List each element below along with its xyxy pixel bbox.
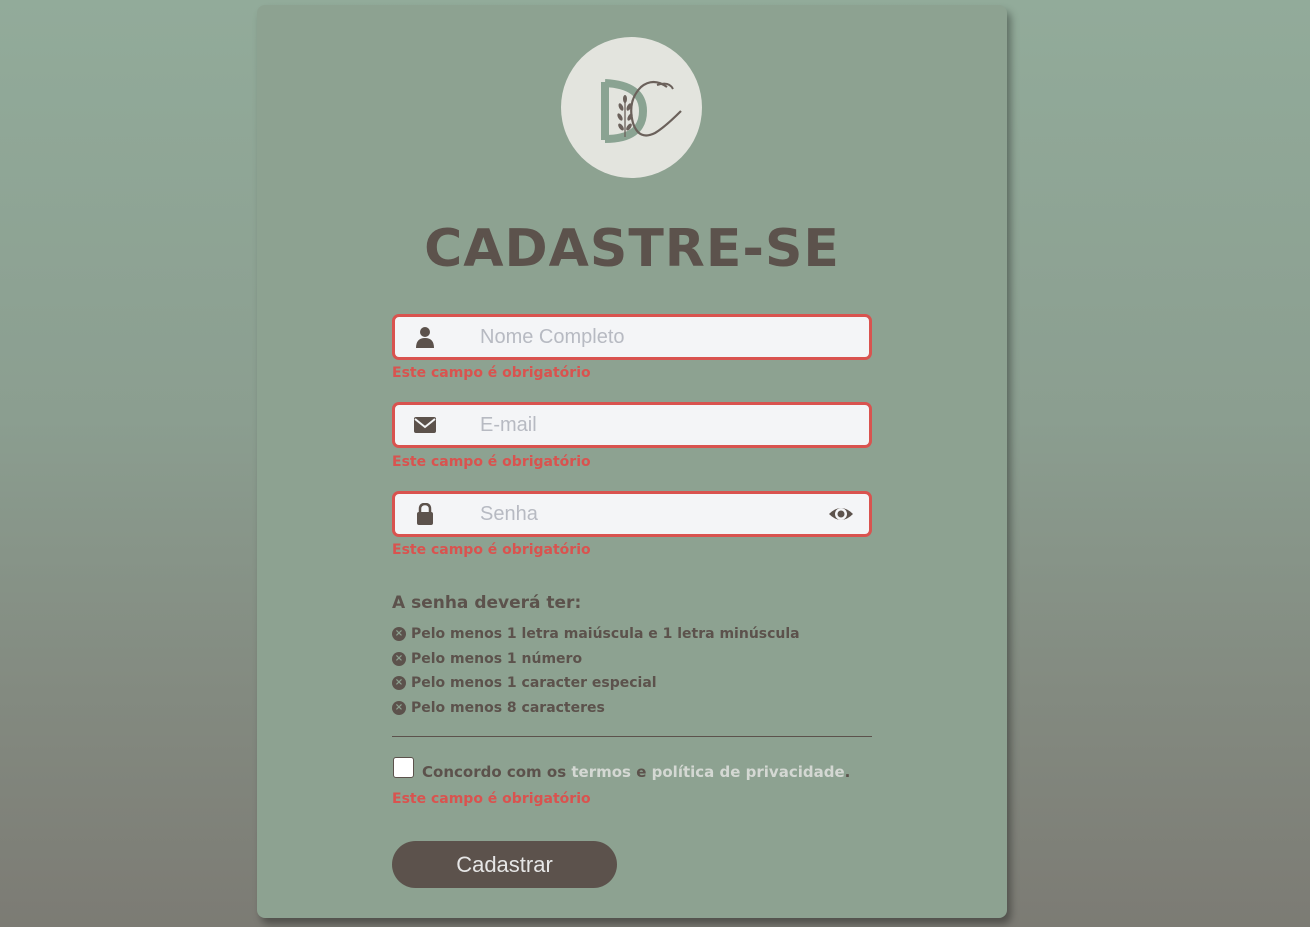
password-field[interactable] <box>392 491 872 537</box>
x-circle-icon: × <box>392 700 406 715</box>
list-item: × Pelo menos 1 letra maiúscula e 1 letra… <box>392 622 800 647</box>
requirement-text: Pelo menos 1 caracter especial <box>411 675 657 692</box>
submit-button[interactable]: Cadastrar <box>392 841 617 888</box>
requirement-text: Pelo menos 1 letra maiúscula e 1 letra m… <box>411 626 800 643</box>
privacy-policy-link[interactable]: política de privacidade <box>652 763 845 781</box>
terms-error: Este campo é obrigatório <box>392 791 591 807</box>
logo-monogram-icon <box>601 79 682 143</box>
email-field[interactable] <box>392 402 872 448</box>
user-icon <box>416 327 434 348</box>
password-requirements-list: × Pelo menos 1 letra maiúscula e 1 letra… <box>392 622 800 720</box>
password-requirements-heading: A senha deverá ter: <box>392 593 582 613</box>
list-item: × Pelo menos 1 caracter especial <box>392 671 800 696</box>
password-input[interactable] <box>480 500 820 528</box>
terms-suffix: . <box>844 763 851 781</box>
eye-icon[interactable] <box>828 503 854 525</box>
password-error: Este campo é obrigatório <box>392 542 591 558</box>
x-circle-icon: × <box>392 627 406 642</box>
email-error: Este campo é obrigatório <box>392 454 591 470</box>
envelope-icon <box>414 417 436 433</box>
email-input[interactable] <box>480 411 820 439</box>
terms-prefix: Concordo com os <box>422 763 567 781</box>
list-item: × Pelo menos 8 caracteres <box>392 696 800 721</box>
name-error: Este campo é obrigatório <box>392 365 591 381</box>
terms-link[interactable]: termos <box>571 763 631 781</box>
requirement-text: Pelo menos 8 caracteres <box>411 699 605 716</box>
x-circle-icon: × <box>392 651 406 666</box>
brand-logo <box>561 37 702 178</box>
terms-conjunction: e <box>636 763 647 781</box>
list-item: × Pelo menos 1 número <box>392 647 800 672</box>
signup-card: CADASTRE-SE Este campo é obrigatório Est… <box>257 5 1007 918</box>
terms-label: Concordo com os termos e política de pri… <box>422 763 850 781</box>
name-field[interactable] <box>392 314 872 360</box>
name-input[interactable] <box>480 323 820 351</box>
requirement-text: Pelo menos 1 número <box>411 650 583 667</box>
terms-checkbox[interactable] <box>393 757 414 778</box>
page-title: CADASTRE-SE <box>424 219 840 279</box>
divider <box>392 736 872 737</box>
x-circle-icon: × <box>392 676 406 691</box>
lock-icon <box>417 503 433 525</box>
